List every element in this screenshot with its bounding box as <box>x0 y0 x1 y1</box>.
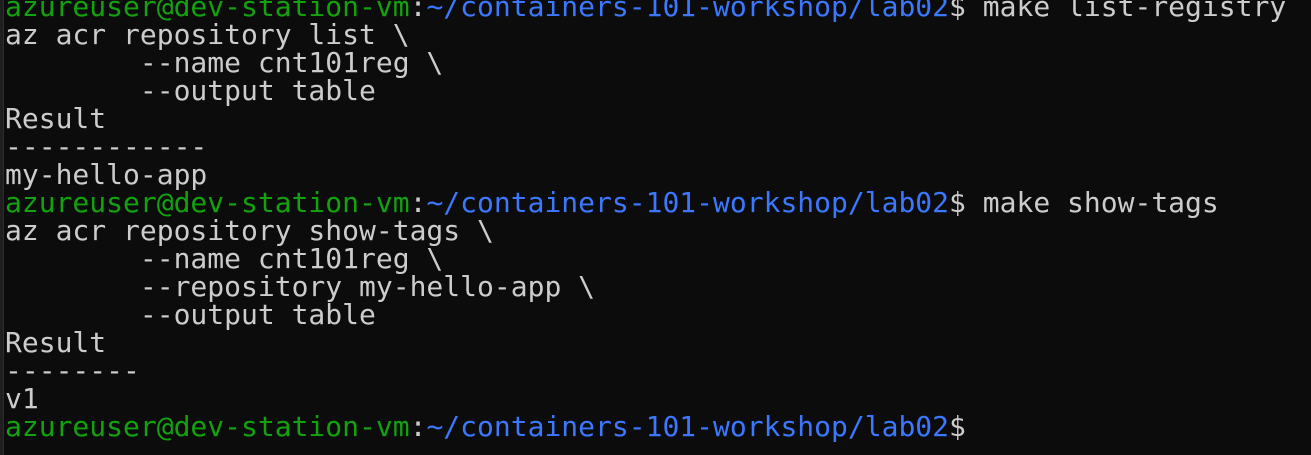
output-line: Result <box>5 102 107 135</box>
prompt-symbol: $ <box>949 410 966 443</box>
prompt-path: ~/containers-101-workshop/lab02 <box>426 0 950 23</box>
prompt-user-host: azureuser@dev-station-vm <box>5 410 410 443</box>
output-line: --output table <box>5 74 376 107</box>
prompt-path: ~/containers-101-workshop/lab02 <box>426 186 950 219</box>
output-line: az acr repository show-tags \ <box>5 214 494 247</box>
output-line: v1 <box>5 382 39 415</box>
output-line: --name cnt101reg \ <box>5 46 444 79</box>
active-prompt-line[interactable]: azureuser@dev-station-vm:~/containers-10… <box>5 413 1286 441</box>
command-text: make list-registry <box>965 0 1287 23</box>
output-line: --output table <box>5 298 376 331</box>
window-left-border <box>0 0 4 455</box>
prompt-separator: : <box>409 410 427 443</box>
output-line: az acr repository list \ <box>5 18 410 51</box>
terminal-window[interactable]: azureuser@dev-station-vm:~/containers-10… <box>0 0 1311 455</box>
output-line: ------------ <box>5 130 208 163</box>
prompt-symbol: $ <box>949 0 966 23</box>
output-line: -------- <box>5 354 140 387</box>
prompt-separator: : <box>409 0 427 23</box>
output-line: --name cnt101reg \ <box>5 242 444 275</box>
text-cursor[interactable] <box>966 416 968 440</box>
output-line: --repository my-hello-app \ <box>5 270 596 303</box>
prompt-line: azureuser@dev-station-vm:~/containers-10… <box>5 189 1286 217</box>
output-line: Result <box>5 326 107 359</box>
prompt-symbol: $ <box>949 186 966 219</box>
command-text: make show-tags <box>965 186 1219 219</box>
output-line: my-hello-app <box>5 158 208 191</box>
prompt-path: ~/containers-101-workshop/lab02 <box>426 410 950 443</box>
terminal-output: azureuser@dev-station-vm:~/containers-10… <box>5 0 1286 441</box>
